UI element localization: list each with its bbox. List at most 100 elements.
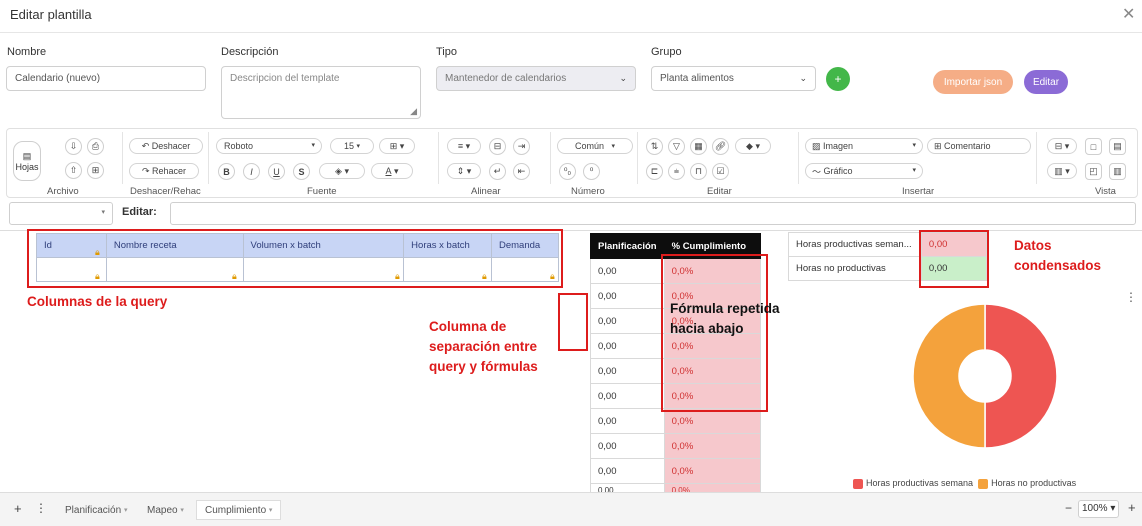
pie-slice[interactable] — [912, 303, 986, 449]
descripcion-textarea[interactable]: Descripcion del template ◢ — [221, 66, 421, 119]
layout-icon: ⊟ ▾ — [1054, 140, 1070, 151]
importar-json-button[interactable]: Importar json — [933, 70, 1013, 94]
legend-label: Horas productivas semana — [866, 478, 974, 488]
query-annotation-box — [27, 229, 563, 288]
decimal-add-icon[interactable]: ⁰₀ — [559, 163, 576, 180]
font-size-value: 15 — [343, 141, 354, 151]
summary-label-cell[interactable]: Horas no productivas — [788, 256, 922, 281]
align-left-icon: ≡ ▾ — [457, 140, 471, 151]
resize-handle-icon[interactable]: ◢ — [410, 106, 417, 117]
cumplimiento-cell[interactable]: 0,0% — [663, 408, 762, 434]
link-icon[interactable]: 🔗︎ — [712, 138, 729, 155]
cumplimiento-cell[interactable]: 0,0% — [663, 458, 762, 484]
sheet-tab[interactable]: Cumplimiento ▾ — [196, 500, 282, 520]
filter-icon[interactable]: ▽ — [668, 138, 685, 155]
add-grupo-button[interactable]: + — [826, 67, 850, 91]
book-icon[interactable]: ▥ — [1109, 163, 1126, 180]
borders-icon: ⊞ ▾ — [389, 140, 405, 151]
borders-button[interactable]: ⊞ ▾ — [379, 138, 415, 154]
planificacion-cell[interactable]: 0,00 — [590, 258, 665, 284]
formula-input[interactable] — [170, 202, 1136, 225]
italic-button[interactable]: I — [243, 163, 260, 180]
undo-button[interactable]: ↶ Deshacer — [129, 138, 203, 154]
font-family-select[interactable]: Roboto ▾ — [216, 138, 322, 154]
strike-button[interactable]: S — [293, 163, 310, 180]
zoom-value: 100% — [1082, 503, 1108, 514]
view-columns-button[interactable]: ▥ ▾ — [1047, 163, 1077, 179]
redo-button[interactable]: ↷ Rehacer — [129, 163, 199, 179]
indent-icon[interactable]: ⇥ — [513, 138, 530, 155]
planificacion-cell[interactable]: 0,00 — [590, 408, 665, 434]
archivo-group: ▤ Hojas ⇩ ⎙ ⇧ ⊞ — [7, 132, 123, 184]
summary-label-cell[interactable]: Horas productivas seman... — [788, 232, 922, 257]
merge-icon[interactable]: ⊟ — [489, 138, 506, 155]
insert-chart-button[interactable]: 〜 Gráfico ▾ — [805, 163, 923, 179]
font-size-select[interactable]: 15 ▾ — [330, 138, 374, 154]
lock-icon[interactable]: ⊓ — [690, 163, 707, 180]
hojas-button[interactable]: ▤ Hojas — [13, 141, 41, 181]
h-align-button[interactable]: ≡ ▾ — [447, 138, 481, 154]
formula-icon[interactable]: ⩧ — [668, 163, 685, 180]
grupo-label: Grupo — [651, 46, 682, 58]
zoom-level[interactable]: 100% ▾ — [1078, 500, 1120, 518]
sheet-tab[interactable]: Mapeo ▾ — [139, 500, 192, 520]
sort-icon[interactable]: ⇅ — [646, 138, 663, 155]
comment-icon: ⊞ — [934, 140, 945, 151]
view-layout-button[interactable]: ⊟ ▾ — [1047, 138, 1077, 154]
fill-color-button[interactable]: ◈ ▾ — [319, 163, 365, 179]
wrap-icon[interactable]: ↵ — [489, 163, 506, 180]
number-format-select[interactable]: Común ▾ — [557, 138, 633, 154]
pie-slice[interactable] — [984, 303, 1058, 449]
insert-comment-button[interactable]: ⊞ Comentario — [927, 138, 1031, 154]
decimal-remove-icon[interactable]: ⁰ — [583, 163, 600, 180]
chart-menu-icon[interactable]: ⋮ — [1125, 290, 1137, 304]
editar-button[interactable]: Editar — [1024, 70, 1068, 94]
freeze-icon[interactable]: ⊏ — [646, 163, 663, 180]
calendar-icon[interactable]: ▤ — [1109, 138, 1126, 155]
chart-legend: Horas productivas semana Horas no produc… — [853, 478, 1076, 489]
add-sheet-icon[interactable]: + — [14, 501, 22, 516]
undo-icon: ↶ — [141, 140, 152, 151]
legend-swatch — [978, 478, 989, 489]
cell-ref-select[interactable]: ▾ — [9, 202, 113, 225]
grid-icon[interactable]: ⊞ — [87, 162, 104, 179]
datos-annotation-box — [919, 230, 989, 288]
sheet-list-icon[interactable]: ⋮ — [35, 501, 47, 515]
planificacion-cell[interactable]: 0,00 — [590, 308, 665, 334]
text-color-button[interactable]: A ▾ — [371, 163, 413, 179]
tipo-select[interactable]: Mantenedor de calendarios ⌄ — [436, 66, 636, 91]
redo-icon: ↷ — [141, 165, 152, 176]
underline-button[interactable]: U — [268, 163, 285, 180]
formula-row: 0,00 0,0% — [590, 433, 762, 459]
export-icon[interactable]: ⇧ — [65, 162, 82, 179]
planificacion-cell[interactable]: 0,00 — [590, 358, 665, 384]
validation-icon[interactable]: ☑ — [712, 163, 729, 180]
frame-icon[interactable]: ◰ — [1085, 163, 1102, 180]
outdent-icon[interactable]: ⇤ — [513, 163, 530, 180]
planificacion-cell[interactable]: 0,00 — [590, 283, 665, 309]
import-icon[interactable]: ⇩ — [65, 138, 82, 155]
chevron-down-icon: ⌄ — [619, 73, 627, 83]
image-cell-icon[interactable]: ▦ — [690, 138, 707, 155]
formula-header-cell[interactable]: Planificación — [590, 233, 665, 259]
planificacion-cell[interactable]: 0,00 — [590, 458, 665, 484]
formula-row: 0,00 0,0% — [590, 458, 762, 484]
planificacion-cell[interactable]: 0,00 — [590, 383, 665, 409]
nombre-input[interactable]: Calendario (nuevo) — [6, 66, 206, 91]
sheet-tab[interactable]: Planificación ▾ — [57, 500, 135, 520]
bold-button[interactable]: B — [218, 163, 235, 180]
gridlines-icon[interactable]: □ — [1085, 138, 1102, 155]
print-icon[interactable]: ⎙ — [87, 138, 104, 155]
zoom-out-icon[interactable]: − — [1065, 501, 1072, 515]
cumplimiento-cell[interactable]: 0,0% — [663, 433, 762, 459]
v-align-button[interactable]: ⇕ ▾ — [447, 163, 481, 179]
planificacion-cell[interactable]: 0,00 — [590, 333, 665, 359]
clear-button[interactable]: ◆ ▾ — [735, 138, 771, 154]
chevron-down-icon: ▾ — [912, 142, 916, 149]
insert-image-button[interactable]: ▨ Imagen ▾ — [805, 138, 923, 154]
close-icon[interactable]: ✕ — [1122, 4, 1135, 24]
grupo-select[interactable]: Planta alimentos ⌄ — [651, 66, 816, 91]
zoom-in-icon[interactable]: + — [1128, 500, 1136, 515]
chevron-down-icon: ▾ — [180, 507, 184, 514]
planificacion-cell[interactable]: 0,00 — [590, 433, 665, 459]
